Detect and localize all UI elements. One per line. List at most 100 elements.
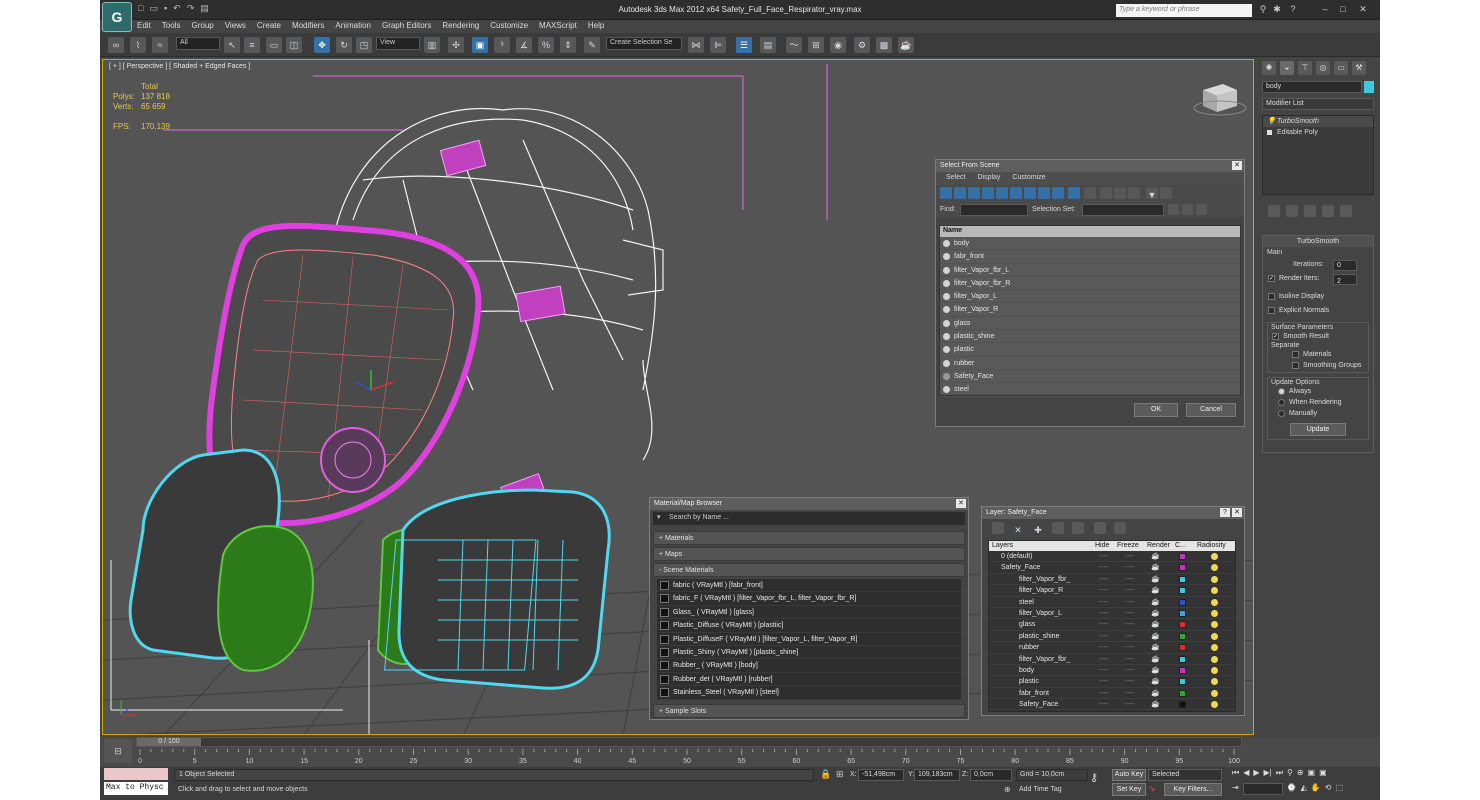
hide-toggle[interactable]: ---- bbox=[1099, 699, 1108, 710]
layer-color-swatch[interactable] bbox=[1179, 621, 1186, 629]
snaps-toggle-icon[interactable]: ³ bbox=[494, 37, 510, 53]
separate-materials-checkbox[interactable] bbox=[1292, 351, 1299, 358]
maps-section[interactable]: + Maps bbox=[653, 547, 965, 561]
select-all-icon[interactable] bbox=[1100, 187, 1112, 199]
named-selection-set-dropdown[interactable]: Create Selection Se bbox=[606, 37, 682, 50]
previous-frame-icon[interactable]: ◀ bbox=[1243, 768, 1249, 782]
sfs-menu-select[interactable]: Select bbox=[946, 174, 965, 183]
list-item[interactable]: Glass_ ( VRayMtl ) [glass] bbox=[657, 605, 961, 620]
display-containers-icon[interactable] bbox=[1068, 187, 1080, 199]
freeze-unfreeze-all-icon[interactable] bbox=[1114, 522, 1126, 534]
set-key-button[interactable]: Set Key bbox=[1112, 783, 1146, 796]
layer-row[interactable]: steel ---- ---- ☕ bbox=[989, 597, 1235, 608]
mirror-icon[interactable]: ⋈ bbox=[688, 37, 704, 53]
freeze-toggle[interactable]: ---- bbox=[1125, 562, 1134, 573]
list-item[interactable]: fabric_F ( VRayMtl ) [filter_Vapor_fbr_L… bbox=[657, 592, 961, 606]
hide-toggle[interactable]: ---- bbox=[1099, 688, 1108, 699]
display-xrefs-icon[interactable] bbox=[1038, 187, 1050, 199]
select-and-move-icon[interactable]: ✥ bbox=[314, 37, 330, 53]
update-when-rendering-row[interactable]: When Rendering bbox=[1277, 397, 1365, 408]
hide-toggle[interactable]: ---- bbox=[1099, 619, 1108, 630]
list-item[interactable]: Plastic_DiffuseF ( VRayMtl ) [filter_Vap… bbox=[657, 632, 961, 646]
minimize-button[interactable]: – bbox=[1318, 3, 1332, 16]
freeze-toggle[interactable]: ---- bbox=[1125, 631, 1134, 642]
layer-row[interactable]: filter_Vapor_fbr_ ---- ---- ☕ bbox=[989, 574, 1235, 586]
display-tab-icon[interactable]: ▭ bbox=[1334, 61, 1348, 75]
make-unique-icon[interactable] bbox=[1304, 205, 1316, 217]
hide-toggle[interactable]: ---- bbox=[1099, 608, 1108, 619]
viewport-label[interactable]: [ + ] [ Perspective ] [ Shaded + Edged F… bbox=[109, 63, 250, 70]
layer-row[interactable]: Safety_Face ---- ---- ☕ bbox=[989, 699, 1235, 711]
material-editor-icon[interactable]: ◉ bbox=[830, 37, 846, 53]
render-teapot-icon[interactable]: ☕ bbox=[1151, 676, 1160, 687]
graphite-toolset-icon[interactable]: ▤ bbox=[760, 37, 776, 53]
key-filter-icon[interactable]: ↘ bbox=[1148, 783, 1162, 796]
hierarchy-tab-icon[interactable]: ⊤ bbox=[1298, 61, 1312, 75]
go-to-start-icon[interactable]: ⏮ bbox=[1232, 768, 1239, 782]
reference-coordinate-dropdown[interactable]: View bbox=[376, 37, 420, 50]
list-item[interactable]: filter_Vapor_L bbox=[940, 290, 1240, 304]
list-item[interactable]: Safety_Face bbox=[940, 370, 1240, 384]
selection-lock-icon[interactable]: 🔒 bbox=[820, 769, 832, 781]
close-icon[interactable]: ✕ bbox=[1232, 161, 1242, 170]
layer-row[interactable]: 0 (default) ---- ---- ☕ bbox=[989, 551, 1235, 563]
lightbulb-icon[interactable]: 💡 bbox=[1267, 116, 1276, 127]
ok-button[interactable]: OK bbox=[1134, 403, 1178, 417]
infocenter-icon[interactable]: ✱ bbox=[1270, 3, 1284, 16]
render-iters-spinner[interactable]: 2 bbox=[1333, 274, 1357, 285]
render-teapot-icon[interactable]: ☕ bbox=[1151, 619, 1160, 630]
schematic-view-icon[interactable]: ⊞ bbox=[808, 37, 824, 53]
render-teapot-icon[interactable]: ☕ bbox=[1151, 642, 1160, 653]
layer-color-swatch[interactable] bbox=[1179, 689, 1186, 697]
list-item[interactable]: Plastic_Shiny ( VRayMtl ) [plastic_shine… bbox=[657, 645, 961, 660]
sync-selection-icon[interactable] bbox=[1160, 187, 1172, 199]
radiosity-bulb-icon[interactable] bbox=[1211, 632, 1218, 640]
y-coordinate-field[interactable]: 109,183cm bbox=[914, 769, 960, 781]
radiosity-bulb-icon[interactable] bbox=[1211, 644, 1218, 652]
layer-row[interactable]: filter_Vapor_fbr_ ---- ---- ☕ bbox=[989, 654, 1235, 665]
col-layers[interactable]: Layers bbox=[992, 542, 1013, 549]
pivot-center-icon[interactable]: ▥ bbox=[424, 37, 440, 53]
zoom-extents-icon[interactable]: ▣ bbox=[1308, 768, 1316, 782]
highlight-selected-layer-icon[interactable] bbox=[1072, 522, 1084, 534]
render-teapot-icon[interactable]: ☕ bbox=[1151, 585, 1160, 596]
select-and-rotate-icon[interactable]: ↻ bbox=[336, 37, 352, 53]
menu-help[interactable]: Help bbox=[588, 20, 604, 33]
separate-smoothing-row[interactable]: Smoothing Groups bbox=[1291, 360, 1365, 371]
list-item[interactable]: fabric ( VRayMtl ) [fabr_front] bbox=[657, 579, 961, 593]
list-item[interactable]: rubber bbox=[940, 357, 1240, 370]
list-item[interactable]: filter_Vapor_fbr_R bbox=[940, 277, 1240, 291]
configure-modifier-sets-icon[interactable] bbox=[1340, 205, 1352, 217]
layer-row[interactable]: glass ---- ---- ☕ bbox=[989, 619, 1235, 631]
sfs-menu-customize[interactable]: Customize bbox=[1012, 174, 1045, 183]
hide-unhide-all-icon[interactable] bbox=[1094, 522, 1106, 534]
list-item[interactable]: plastic bbox=[940, 343, 1240, 357]
undo-icon[interactable]: ↶ bbox=[173, 3, 181, 17]
open-file-icon[interactable]: ▭ bbox=[149, 3, 158, 17]
iterations-spinner[interactable]: 0 bbox=[1333, 260, 1357, 271]
orbit-icon[interactable]: ⟲ bbox=[1325, 783, 1332, 797]
layer-color-swatch[interactable] bbox=[1179, 553, 1186, 560]
sample-slots-section[interactable]: + Sample Slots bbox=[653, 703, 965, 718]
freeze-toggle[interactable]: ---- bbox=[1125, 551, 1134, 562]
motion-tab-icon[interactable]: ◎ bbox=[1316, 61, 1330, 75]
list-item[interactable]: plastic_shine bbox=[940, 330, 1240, 344]
edit-named-selection-icon[interactable]: ✎ bbox=[584, 37, 600, 53]
remove-selection-set-icon[interactable] bbox=[1182, 204, 1193, 215]
filter-icon[interactable]: ▼ bbox=[1146, 187, 1158, 200]
pin-stack-icon[interactable] bbox=[1268, 205, 1280, 217]
layer-color-swatch[interactable] bbox=[1179, 587, 1186, 595]
col-hide[interactable]: Hide bbox=[1095, 542, 1109, 549]
bind-space-warp-icon[interactable]: ≈ bbox=[152, 37, 168, 53]
curve-editor-icon[interactable]: 〜 bbox=[786, 37, 802, 53]
layer-row[interactable]: filter_Vapor_L ---- ---- ☕ bbox=[989, 608, 1235, 620]
mini-curve-editor-icon[interactable]: ⊟ bbox=[104, 739, 132, 763]
select-by-name-icon[interactable]: ≡ bbox=[244, 37, 260, 53]
current-frame-field[interactable] bbox=[1242, 783, 1283, 795]
explicit-normals-row[interactable]: Explicit Normals bbox=[1267, 305, 1369, 316]
radiosity-bulb-icon[interactable] bbox=[1211, 621, 1218, 629]
rendered-frame-window-icon[interactable]: ▩ bbox=[876, 37, 892, 53]
freeze-toggle[interactable]: ---- bbox=[1125, 642, 1134, 653]
display-geometry-icon[interactable] bbox=[940, 187, 952, 199]
object-color-swatch[interactable] bbox=[1364, 81, 1374, 93]
